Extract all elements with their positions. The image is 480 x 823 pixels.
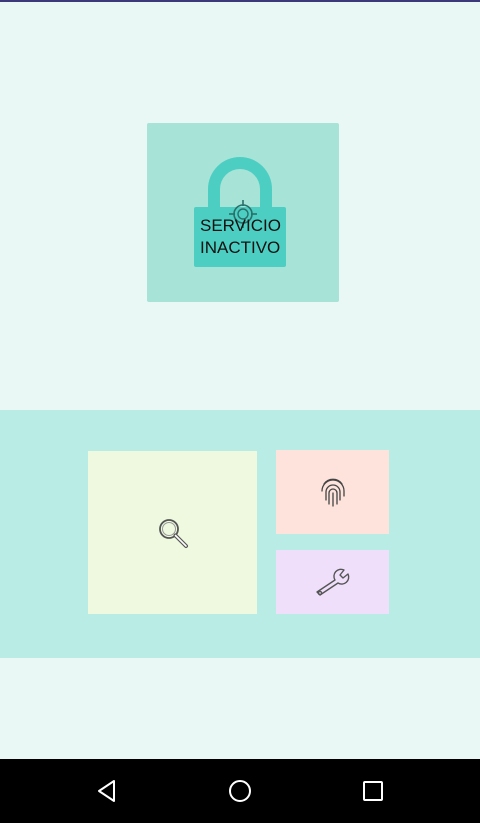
app-screen: SERVICIO INACTIVO bbox=[0, 2, 480, 759]
fingerprint-button[interactable] bbox=[276, 450, 389, 534]
service-status-tile[interactable]: SERVICIO INACTIVO bbox=[147, 123, 339, 302]
back-button[interactable] bbox=[89, 773, 125, 809]
wrench-icon bbox=[315, 568, 349, 596]
action-panel bbox=[0, 410, 480, 658]
system-navigation-bar bbox=[0, 759, 480, 823]
back-icon bbox=[98, 780, 115, 802]
recents-icon bbox=[363, 781, 383, 801]
search-icon bbox=[158, 518, 188, 548]
fingerprint-icon bbox=[320, 478, 345, 507]
home-icon bbox=[229, 780, 251, 802]
home-button[interactable] bbox=[222, 773, 258, 809]
search-button[interactable] bbox=[88, 451, 257, 614]
recents-button[interactable] bbox=[355, 773, 391, 809]
service-status-text: SERVICIO INACTIVO bbox=[200, 216, 281, 257]
settings-button[interactable] bbox=[276, 550, 389, 614]
